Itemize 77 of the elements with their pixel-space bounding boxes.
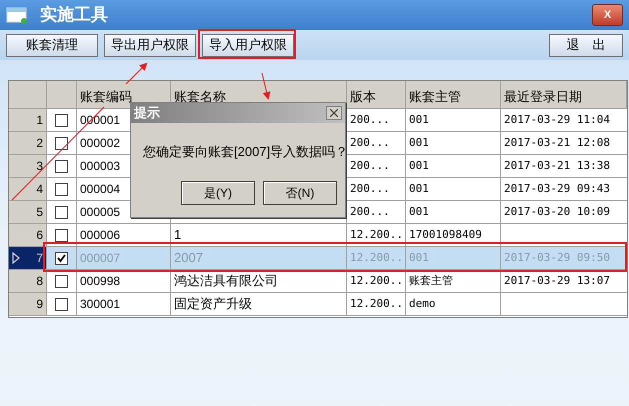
toolbar-button[interactable]: 账套清理 bbox=[6, 34, 98, 56]
table-cell-text: 2017-03-29 11:04 bbox=[504, 112, 610, 128]
row-number: 3 bbox=[36, 158, 43, 175]
dialog-title: 提示 bbox=[134, 104, 160, 122]
row-checkbox[interactable] bbox=[55, 228, 68, 242]
dialog-button[interactable]: 是(Y) bbox=[181, 181, 255, 205]
table-row[interactable]: 7 000007 2007 12.200...001 2017-03-29 09:50 bbox=[9, 247, 627, 270]
row-number: 9 bbox=[36, 296, 43, 313]
table-cell-text: 2017-03-21 13:38 bbox=[504, 158, 610, 174]
toolbar-button[interactable]: 导出用户权限 bbox=[104, 34, 196, 56]
table-cell-text: demo bbox=[409, 296, 436, 312]
table-cell-text: 000004 bbox=[80, 181, 120, 198]
current-row-icon bbox=[12, 252, 20, 264]
table-cell-text: 300001 bbox=[80, 296, 120, 313]
table-cell-text: 2017-03-21 12:08 bbox=[504, 134, 610, 151]
row-checkbox[interactable] bbox=[55, 252, 68, 264]
table-cell-text: 001 bbox=[409, 250, 429, 266]
column-header: 账套编码 bbox=[80, 88, 132, 106]
table-row[interactable]: 9 300001 固定资产升级 12.200...demo bbox=[9, 293, 627, 316]
window-title: 实施工具 bbox=[40, 4, 108, 26]
table-row[interactable]: 8 000998 鸿达洁具有限公司 12.200...账套主管 2017-03-29 13:07 bbox=[9, 270, 627, 293]
table-cell-text: 200... bbox=[350, 180, 390, 197]
window-icon bbox=[6, 6, 28, 24]
table-cell-text: 200... bbox=[350, 158, 390, 174]
row-number: 6 bbox=[36, 227, 43, 244]
table-cell-text: 12.200... bbox=[350, 296, 405, 312]
row-number: 7 bbox=[36, 250, 43, 267]
table-cell-text: 001 bbox=[409, 180, 429, 197]
table-cell-text: 固定资产升级 bbox=[174, 295, 252, 314]
row-number: 4 bbox=[36, 181, 43, 198]
table-cell-text: 12.200... bbox=[350, 272, 405, 289]
row-checkbox[interactable] bbox=[55, 206, 68, 218]
exit-button[interactable]: 退 出 bbox=[549, 34, 623, 56]
table-cell-text: 2007 bbox=[174, 249, 203, 268]
row-checkbox[interactable] bbox=[55, 182, 68, 196]
table-cell-text: 000998 bbox=[80, 273, 120, 290]
table-cell-text: 000007 bbox=[80, 250, 120, 267]
column-header: 最近登录日期 bbox=[504, 88, 582, 106]
table-cell-text: 17001098409 bbox=[409, 226, 482, 243]
row-number: 1 bbox=[36, 112, 43, 129]
close-button[interactable] bbox=[326, 106, 342, 120]
row-checkbox[interactable] bbox=[55, 274, 68, 288]
table-cell-text: 001 bbox=[409, 158, 429, 174]
table-cell-text: 200... bbox=[350, 204, 390, 220]
row-checkbox[interactable] bbox=[55, 160, 68, 172]
table-cell-text: 000002 bbox=[80, 135, 120, 152]
table-cell-text: 2017-03-29 13:07 bbox=[504, 272, 610, 289]
table-cell-text: 2017-03-20 10:09 bbox=[504, 204, 610, 220]
column-header: 账套名称 bbox=[174, 88, 226, 106]
table-cell-text: 000003 bbox=[80, 158, 120, 175]
dialog-button[interactable]: 否(N) bbox=[263, 181, 337, 205]
table-cell-text: 000006 bbox=[80, 227, 120, 244]
column-header: 版本 bbox=[350, 88, 376, 106]
row-number: 8 bbox=[36, 273, 43, 290]
close-icon bbox=[330, 109, 338, 117]
table-cell-text: 账套主管 bbox=[409, 272, 453, 289]
row-checkbox[interactable] bbox=[55, 298, 68, 310]
toolbar-button[interactable]: 导入用户权限 bbox=[202, 34, 294, 56]
table-cell-text: 鸿达洁具有限公司 bbox=[174, 272, 278, 290]
table-cell-text: 001 bbox=[409, 134, 429, 151]
table-cell-text: 2017-03-29 09:43 bbox=[504, 180, 610, 197]
row-checkbox[interactable] bbox=[55, 114, 68, 126]
row-checkbox[interactable] bbox=[55, 136, 68, 150]
table-cell-text: 2017-03-29 09:50 bbox=[504, 250, 610, 266]
table-cell-text: 001 bbox=[409, 204, 429, 220]
table-cell-text: 000005 bbox=[80, 204, 120, 221]
table-cell-text: 1 bbox=[174, 226, 182, 244]
table-cell-text: 001 bbox=[409, 112, 429, 128]
table-cell-text: 200... bbox=[350, 134, 390, 151]
row-number: 5 bbox=[36, 204, 43, 221]
table-cell-text: 12.200... bbox=[350, 250, 405, 266]
annotation-arrow bbox=[262, 72, 270, 100]
table-cell-text: 200... bbox=[350, 112, 390, 128]
close-button[interactable]: X bbox=[592, 4, 623, 26]
column-header: 账套主管 bbox=[409, 88, 461, 106]
table-cell-text: 12.200... bbox=[350, 226, 405, 243]
row-number: 2 bbox=[36, 135, 43, 152]
